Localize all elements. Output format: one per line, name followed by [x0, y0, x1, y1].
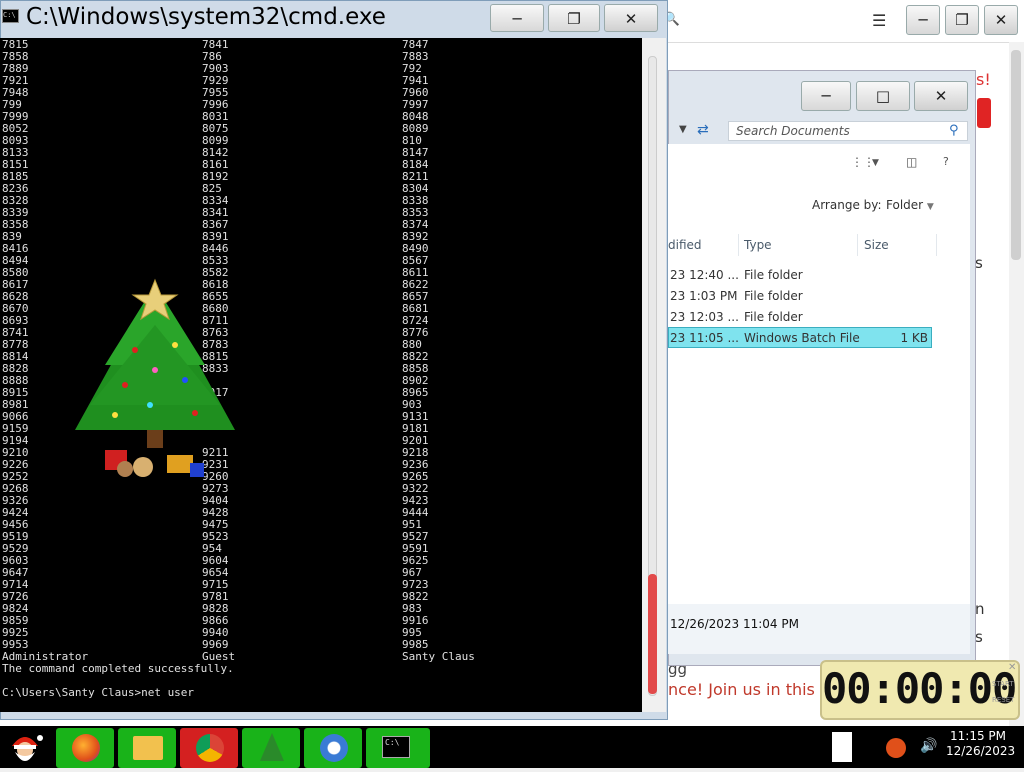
chrome-icon: [196, 734, 224, 762]
file-modified: 23 12:40 ...: [670, 268, 739, 282]
cmd-prompt-line[interactable]: C:\Users\Santy Claus>net user: [2, 687, 194, 699]
column-separator[interactable]: [738, 234, 739, 256]
file-type: File folder: [744, 289, 803, 303]
explorer-minimize-button[interactable]: ─: [801, 81, 851, 111]
browser-minimize-button[interactable]: ─: [906, 5, 940, 35]
browser-scrollbar-thumb[interactable]: [1011, 50, 1021, 260]
browser-link-text[interactable]: nce! Join us in this c: [668, 680, 829, 699]
cmd-restore-button[interactable]: ❐: [548, 4, 600, 32]
file-row[interactable]: 23 12:03 ... File folder: [668, 307, 932, 327]
timer-start-button[interactable]: START: [992, 680, 1014, 688]
firefox-tray-icon[interactable]: [886, 738, 906, 758]
chevron-down-icon: ▼: [926, 202, 934, 212]
column-header-type[interactable]: Type: [744, 238, 772, 252]
clock-date: 12/26/2023: [946, 744, 1016, 758]
arrange-by-label: Arrange by:: [812, 198, 882, 212]
view-dropdown-icon[interactable]: ▼: [872, 158, 879, 168]
file-type: File folder: [744, 310, 803, 324]
file-modified: 23 1:03 PM: [670, 289, 738, 303]
cmd-minimize-button[interactable]: ─: [490, 4, 544, 32]
column-header-size[interactable]: Size: [864, 238, 889, 252]
timer-display: 00:00:00: [822, 664, 1017, 713]
column-separator[interactable]: [936, 234, 937, 256]
browser-red-button[interactable]: [977, 98, 991, 128]
file-row-selected[interactable]: 23 11:05 ... Windows Batch File 1 KB: [668, 327, 932, 348]
christmas-tree-icon: [75, 278, 235, 477]
explorer-maximize-button[interactable]: □: [856, 81, 910, 111]
folder-icon: [133, 736, 163, 760]
browser-close-button[interactable]: ✕: [984, 5, 1018, 35]
firefox-icon: [72, 734, 100, 762]
clock-time: 11:15 PM: [950, 729, 1006, 743]
system-tray[interactable]: 🔊: [870, 736, 940, 762]
cmd-status-line: The command completed successfully.: [2, 662, 234, 675]
file-row[interactable]: 23 1:03 PM File folder: [668, 286, 932, 306]
explorer-content: [668, 144, 970, 654]
browser-side-text: s: [975, 254, 983, 272]
column-header-date-modified[interactable]: dified: [668, 238, 702, 252]
cmd-app-icon[interactable]: C:\: [2, 9, 19, 23]
file-modified: 23 11:05 ...: [670, 331, 739, 345]
taskbar-clock[interactable]: 11:15 PM 12/26/2023: [946, 729, 1016, 759]
refresh-icon[interactable]: ⇄: [697, 122, 709, 138]
timer-close-icon[interactable]: ✕: [1008, 662, 1016, 673]
search-icon[interactable]: ⚲: [949, 123, 959, 138]
search-documents-input[interactable]: Search Documents: [728, 121, 968, 141]
cmd-close-button[interactable]: ✕: [604, 4, 658, 32]
file-size: 1 KB: [900, 331, 928, 345]
details-date-modified: 12/26/2023 11:04 PM: [670, 617, 799, 631]
tree-icon: [260, 733, 284, 761]
help-icon[interactable]: ?: [943, 155, 949, 168]
file-modified: 23 12:03 ...: [670, 310, 739, 324]
explorer-close-button[interactable]: ✕: [914, 81, 968, 111]
cmd-output-cell: Santy Claus: [402, 650, 475, 663]
browser-restore-button[interactable]: ❐: [945, 5, 979, 35]
browser-side-text: n: [975, 600, 985, 618]
file-type: File folder: [744, 268, 803, 282]
app-icon: [320, 734, 348, 762]
file-type: Windows Batch File: [744, 331, 860, 345]
browser-red-heading: s!: [976, 70, 991, 89]
browser-menu-icon[interactable]: ☰: [872, 11, 886, 30]
timer-reset-button[interactable]: RESET: [992, 696, 1014, 704]
column-separator[interactable]: [857, 234, 858, 256]
arrange-by-dropdown[interactable]: Folder ▼: [886, 198, 934, 212]
cmd-window-title: C:\Windows\system32\cmd.exe: [26, 4, 386, 30]
preview-pane-icon[interactable]: ◫: [906, 155, 917, 169]
file-row[interactable]: 23 12:40 ... File folder: [668, 265, 932, 285]
speaker-icon[interactable]: 🔊: [920, 738, 937, 754]
arrange-by-value: Folder: [886, 198, 924, 212]
history-dropdown-icon[interactable]: ▼: [679, 124, 687, 135]
browser-side-text: s: [975, 628, 983, 646]
santa-icon: [12, 735, 43, 761]
cmd-icon: C:\: [382, 736, 410, 758]
start-button[interactable]: [4, 728, 46, 768]
cmd-scrollbar-thumb[interactable]: [648, 574, 657, 694]
tray-item[interactable]: [832, 732, 852, 762]
